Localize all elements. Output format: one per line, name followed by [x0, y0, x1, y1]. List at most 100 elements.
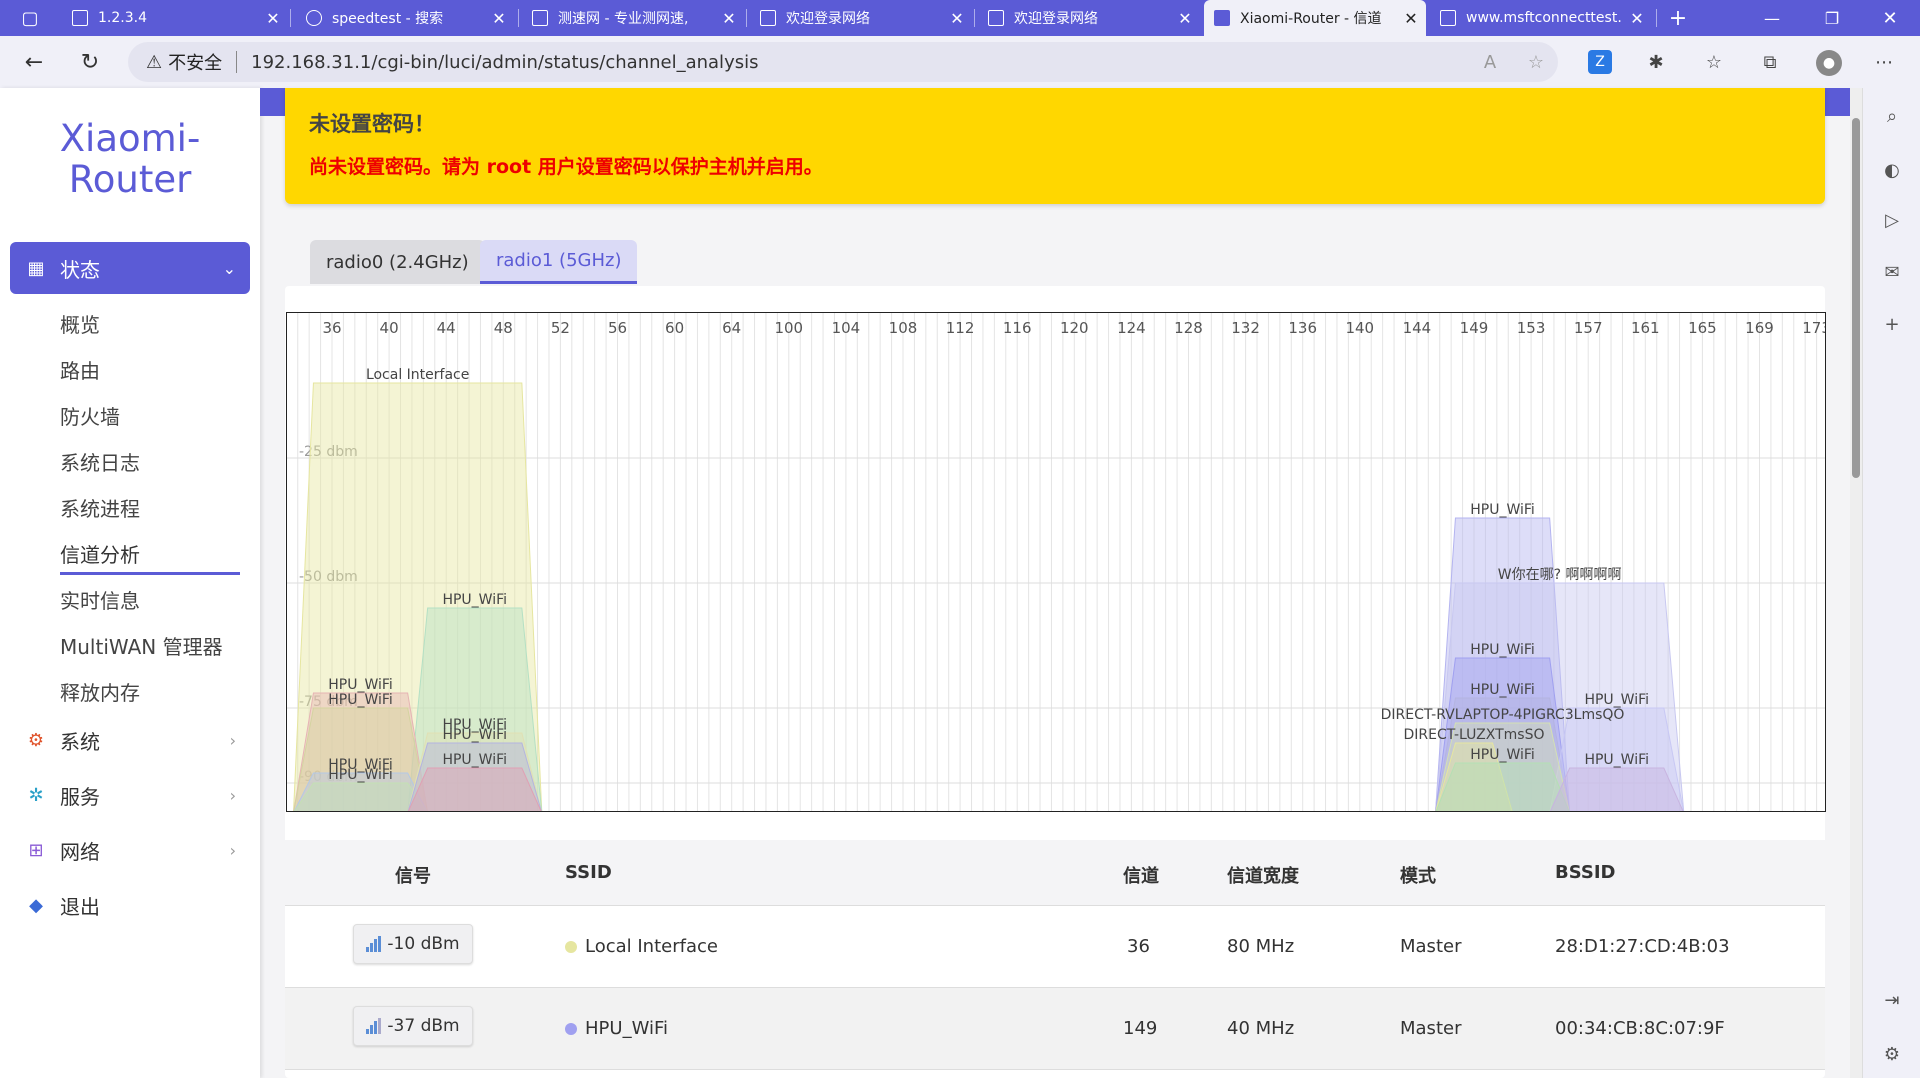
collections-icon[interactable]: ⧉ — [1758, 50, 1782, 74]
channel-chart: 36 40 44 48 52 56 60 64 100 104 108 112 116 120 124 128… — [286, 312, 1826, 812]
sidebar-toggle-icon[interactable]: ⇥ — [1880, 988, 1904, 1012]
sidebar-item-channel-analysis[interactable]: 信道分析 — [60, 539, 240, 575]
sidebar-item-routes[interactable]: 路由 — [60, 355, 100, 384]
scrollbar-thumb[interactable] — [1852, 118, 1860, 478]
sidebar-item-free-memory[interactable]: 释放内存 — [60, 677, 140, 706]
sidebar-item-multiwan[interactable]: MultiWAN 管理器 — [60, 631, 223, 660]
menu-logout[interactable]: ◆ 退出 — [10, 879, 250, 931]
browser-tab[interactable]: 欢迎登录网络 ✕ — [978, 0, 1200, 36]
more-icon[interactable]: ⋯ — [1872, 50, 1896, 74]
chevron-down-icon: ⌄ — [222, 258, 236, 278]
page-scrollbar[interactable] — [1850, 88, 1862, 1078]
ssid-value: HPU_WiFi — [585, 1018, 669, 1039]
tab-actions-icon[interactable]: ▢ — [12, 0, 48, 36]
browser-tab-active[interactable]: Xiaomi-Router - 信道 ✕ — [1204, 0, 1426, 36]
close-window-icon[interactable]: ✕ — [1872, 0, 1908, 36]
mode-value: Master — [1400, 1018, 1462, 1039]
copilot-icon[interactable]: ◐ — [1880, 158, 1904, 182]
col-ssid: SSID — [565, 862, 612, 883]
warning-icon: ⚠ — [146, 51, 163, 73]
table-header: 信号 SSID 信道 信道宽度 模式 BSSID — [285, 840, 1825, 906]
tab-radio0[interactable]: radio0 (2.4GHz) — [310, 240, 485, 284]
extensions-icon[interactable]: ✱ — [1644, 50, 1668, 74]
ssid-color-dot — [565, 941, 577, 953]
browser-tab[interactable]: 1.2.3.4 ✕ — [62, 0, 288, 36]
maximize-icon[interactable]: ❐ — [1814, 0, 1850, 36]
alert-title: 未设置密码！ — [309, 112, 435, 136]
brand-logo[interactable]: Xiaomi- Router — [0, 118, 260, 200]
tab-radio1[interactable]: radio1 (5GHz) — [480, 240, 638, 284]
extension-z-icon[interactable]: Z — [1588, 50, 1612, 74]
network-label: Local Interface — [366, 367, 469, 383]
sidebar-item-firewall[interactable]: 防火墙 — [60, 401, 120, 430]
sidebar-item-processes[interactable]: 系统进程 — [60, 493, 140, 522]
table-row: -10 dBm Local Interface 36 80 MHz Master… — [285, 906, 1825, 988]
insecure-label[interactable]: 不安全 — [168, 49, 222, 75]
channel-tick-label: 165 — [1688, 319, 1717, 337]
services-icon: ✲ — [28, 784, 44, 806]
chevron-right-icon: › — [229, 730, 236, 750]
network-area — [1549, 767, 1684, 811]
signal-badge[interactable]: -10 dBm — [353, 924, 473, 964]
menu-status[interactable]: ▦ 状态 ⌄ — [10, 242, 250, 294]
menu-system[interactable]: ⚙ 系统 › — [10, 714, 250, 766]
page-icon — [72, 10, 88, 26]
browser-tab[interactable]: www.msftconnecttest. ✕ — [1430, 0, 1652, 36]
close-tab-icon[interactable]: ✕ — [258, 9, 288, 28]
channel-tick-label: 120 — [1060, 319, 1089, 337]
col-signal: 信号 — [395, 866, 431, 887]
search-icon[interactable]: ⌕ — [1880, 104, 1904, 128]
channel-tick-label: 52 — [551, 319, 570, 337]
ssid-value: Local Interface — [585, 936, 718, 957]
close-tab-icon[interactable]: ✕ — [1170, 9, 1200, 28]
menu-services[interactable]: ✲ 服务 › — [10, 769, 250, 821]
close-tab-icon[interactable]: ✕ — [714, 9, 744, 28]
add-icon[interactable]: + — [1880, 312, 1904, 336]
sidebar-item-overview[interactable]: 概览 — [60, 309, 100, 338]
minimize-icon[interactable]: — — [1754, 0, 1790, 36]
page-icon — [988, 10, 1004, 26]
close-tab-icon[interactable]: ✕ — [942, 9, 972, 28]
channel-value: 149 — [1123, 1018, 1158, 1039]
close-tab-icon[interactable]: ✕ — [1396, 9, 1426, 28]
signal-badge[interactable]: -37 dBm — [353, 1006, 473, 1046]
channel-tick-label: 128 — [1174, 319, 1203, 337]
channel-tick-label: 116 — [1003, 319, 1032, 337]
read-aloud-icon[interactable]: A — [1478, 50, 1502, 74]
browser-tab[interactable]: 测速网 - 专业测网速, ✕ — [522, 0, 744, 36]
channel-value: 36 — [1127, 936, 1150, 957]
favorites-list-icon[interactable]: ☆ — [1702, 50, 1726, 74]
refresh-icon[interactable]: ↻ — [72, 44, 108, 80]
sidebar: Xiaomi- Router ▦ 状态 ⌄ 概览 路由 防火墙 系统日志 系统进程… — [0, 88, 260, 1078]
games-icon[interactable]: ▷ — [1880, 208, 1904, 232]
sidebar-item-syslog[interactable]: 系统日志 — [60, 447, 140, 476]
channel-tick-label: 104 — [832, 319, 861, 337]
network-label: HPU_WiFi — [328, 677, 393, 693]
gear-icon: ⚙ — [27, 729, 45, 751]
bssid-value: 28:D1:27:CD:4B:03 — [1555, 936, 1730, 957]
outlook-icon[interactable]: ✉ — [1880, 260, 1904, 284]
channel-tick-label: 157 — [1574, 319, 1603, 337]
back-icon[interactable]: ← — [16, 44, 52, 80]
col-channel: 信道 — [1123, 866, 1159, 887]
network-label: HPU_WiFi — [442, 727, 507, 743]
url-box[interactable]: ⚠ 不安全 192.168.31.1/cgi-bin/luci/admin/st… — [128, 42, 1558, 82]
width-value: 80 MHz — [1227, 936, 1295, 957]
signal-bars-icon — [366, 936, 382, 952]
network-label: HPU_WiFi — [328, 692, 393, 708]
browser-tab[interactable]: speedtest - 搜索 ✕ — [296, 0, 514, 36]
close-tab-icon[interactable]: ✕ — [484, 9, 514, 28]
favorite-icon[interactable]: ☆ — [1524, 50, 1548, 74]
url-text[interactable]: 192.168.31.1/cgi-bin/luci/admin/status/c… — [251, 52, 758, 73]
profile-avatar[interactable]: ● — [1816, 50, 1842, 76]
channel-tick-label: 36 — [322, 319, 341, 337]
close-tab-icon[interactable]: ✕ — [1622, 9, 1652, 28]
channel-tick-label: 140 — [1345, 319, 1374, 337]
browser-tab[interactable]: 欢迎登录网络 ✕ — [750, 0, 972, 36]
channel-tick-label: 161 — [1631, 319, 1660, 337]
router-icon — [1214, 10, 1230, 26]
new-tab-icon[interactable]: + — [1660, 0, 1696, 36]
sidebar-item-realtime[interactable]: 实时信息 — [60, 585, 140, 614]
menu-network[interactable]: ⊞ 网络 › — [10, 824, 250, 876]
settings-icon[interactable]: ⚙ — [1880, 1042, 1904, 1066]
